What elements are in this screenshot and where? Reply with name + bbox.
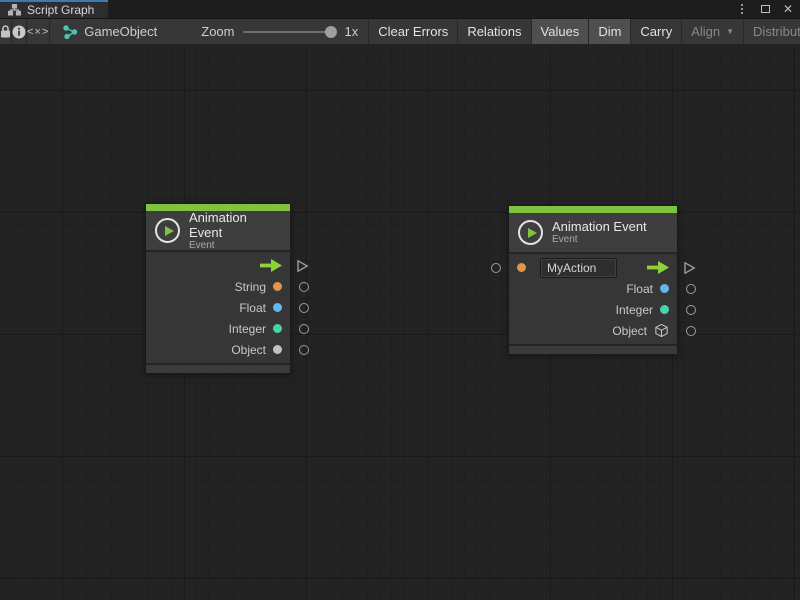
graph-toolbar: <×> GameObject Zoom 1x Clear Errors Rela… <box>0 19 800 45</box>
string-type-dot <box>273 282 282 291</box>
zoom-value: 1x <box>345 24 359 39</box>
port-row-float: Float <box>509 278 677 299</box>
event-name-field[interactable] <box>540 258 617 278</box>
port-row-object: Object <box>509 320 677 341</box>
node-title: Animation Event <box>552 219 647 234</box>
window-controls: ✕ <box>734 0 796 17</box>
node-footer <box>509 344 677 354</box>
integer-type-dot <box>273 324 282 333</box>
object-output-port[interactable] <box>299 345 309 355</box>
node-header[interactable]: Animation Event Event <box>509 213 677 252</box>
port-row-float: Float <box>146 297 290 318</box>
port-row-trigger <box>509 257 677 278</box>
clear-errors-button[interactable]: Clear Errors <box>369 19 458 44</box>
inspector-button[interactable] <box>12 19 27 44</box>
port-row-integer: Integer <box>146 318 290 339</box>
node-color-bar <box>509 206 677 213</box>
integer-output-port[interactable] <box>299 324 309 334</box>
lock-button[interactable] <box>0 19 12 44</box>
port-row-object: Object <box>146 339 290 360</box>
graph-icon <box>8 4 21 16</box>
flow-output-port[interactable] <box>296 259 309 273</box>
dim-toggle[interactable]: Dim <box>589 19 631 44</box>
float-type-dot <box>273 303 282 312</box>
integer-type-dot <box>660 305 669 314</box>
close-icon[interactable]: ✕ <box>780 1 796 17</box>
node-header[interactable]: Animation Event Event <box>146 211 290 250</box>
node-subtitle: Event <box>189 240 280 252</box>
flow-arrow-icon <box>647 261 669 274</box>
object-output-port[interactable] <box>686 326 696 336</box>
float-output-port[interactable] <box>299 303 309 313</box>
relations-button[interactable]: Relations <box>458 19 531 44</box>
node-body: Float Integer Object <box>509 252 677 344</box>
flow-arrow-icon <box>260 259 282 272</box>
port-row-string: String <box>146 276 290 297</box>
zoom-slider[interactable] <box>243 31 337 33</box>
chevron-down-icon: ▼ <box>726 27 734 36</box>
node-animation-event-1[interactable]: Animation Event Event String <box>145 203 291 374</box>
event-play-icon <box>155 218 180 243</box>
info-icon <box>12 25 26 39</box>
graph-canvas[interactable]: Animation Event Event String <box>0 45 800 600</box>
float-output-port[interactable] <box>686 284 696 294</box>
node-title: Animation Event <box>189 210 280 240</box>
zoom-slider-thumb[interactable] <box>325 26 337 38</box>
node-footer <box>146 363 290 373</box>
distribute-dropdown[interactable]: Distribute ▼ <box>744 19 800 44</box>
window-menu-icon[interactable] <box>734 1 750 17</box>
align-dropdown[interactable]: Align ▼ <box>682 19 744 44</box>
tab-script-graph[interactable]: Script Graph <box>0 0 108 18</box>
flow-output-port[interactable] <box>683 261 696 275</box>
node-animation-event-2[interactable]: Animation Event Event <box>508 205 678 355</box>
node-body: String Float Integer Object <box>146 250 290 363</box>
gameobject-icon <box>63 25 78 39</box>
graph-owner-section: GameObject <box>50 19 167 44</box>
port-row-integer: Integer <box>509 299 677 320</box>
string-output-port[interactable] <box>299 282 309 292</box>
carry-toggle[interactable]: Carry <box>631 19 682 44</box>
values-toggle[interactable]: Values <box>532 19 590 44</box>
float-type-dot <box>660 284 669 293</box>
name-input-port[interactable] <box>491 263 501 273</box>
trigger-type-dot <box>517 263 526 272</box>
maximize-icon[interactable] <box>757 1 773 17</box>
code-view-button[interactable]: <×> <box>27 19 50 44</box>
zoom-label: Zoom <box>201 24 234 39</box>
zoom-section: Zoom 1x <box>167 19 368 44</box>
node-subtitle: Event <box>552 234 647 246</box>
object-type-dot <box>273 345 282 354</box>
tab-strip: Script Graph ✕ <box>0 0 800 19</box>
tab-title: Script Graph <box>27 3 94 17</box>
port-row-flow-out <box>146 255 290 276</box>
event-play-icon <box>518 220 543 245</box>
graph-owner-label: GameObject <box>84 24 157 39</box>
lock-icon <box>0 25 11 38</box>
cube-icon <box>654 323 669 338</box>
integer-output-port[interactable] <box>686 305 696 315</box>
